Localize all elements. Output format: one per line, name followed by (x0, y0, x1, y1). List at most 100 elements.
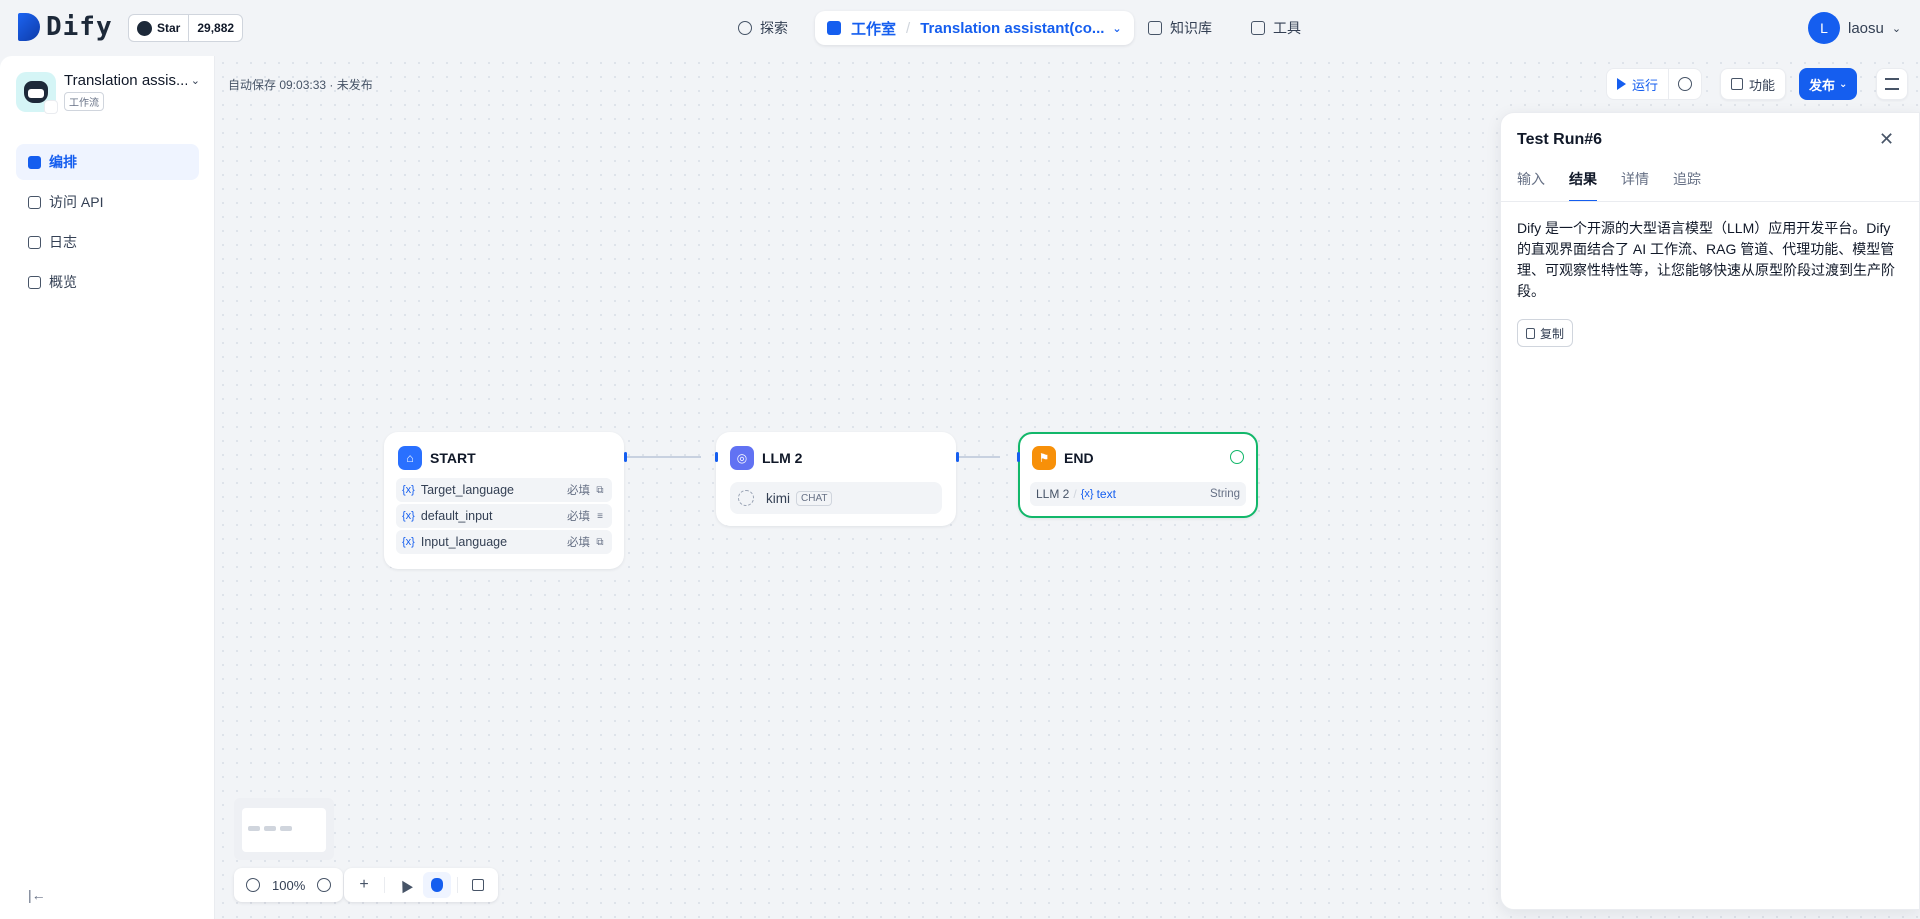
terminal-icon (28, 195, 41, 209)
nav-explore-label: 探索 (760, 20, 788, 36)
breadcrumb-separator: / (906, 19, 911, 37)
home-icon: ⌂ (398, 446, 422, 470)
run-history-button[interactable] (1669, 69, 1701, 99)
sidebar-item-label: 概览 (49, 274, 77, 290)
llm-input-handle[interactable] (715, 452, 718, 462)
sidebar-item-api[interactable]: 访问 API (16, 184, 199, 220)
nav-explore[interactable]: 探索 (738, 11, 788, 45)
hand-icon[interactable] (423, 872, 451, 898)
nav-studio[interactable]: 工作室 / Translation assistant(co... ⌄ (815, 11, 1134, 45)
app-name[interactable]: Translation assis... ⌄ (64, 72, 200, 89)
node-title: START (430, 450, 476, 466)
end-node[interactable]: ⚑ END LLM 2 / {x} text String (1017, 432, 1258, 518)
divider (457, 877, 458, 893)
run-label: 运行 (1632, 77, 1659, 93)
add-node-icon[interactable]: + (350, 872, 378, 898)
sidebar-item-logs[interactable]: 日志 (16, 224, 199, 260)
run-button[interactable]: 运行 (1607, 69, 1670, 99)
organize-glyph (472, 879, 484, 891)
sidebar-item-label: 日志 (49, 234, 77, 250)
tab-detail[interactable]: 详情 (1621, 169, 1649, 202)
var-required: 必填 (567, 485, 590, 497)
variable-icon: {x} (1080, 488, 1094, 500)
zoom-level[interactable]: 100% (266, 878, 311, 893)
checklist-button[interactable] (1876, 68, 1908, 100)
start-node[interactable]: ⌂ START {x} Target_language 必填 ⧉ {x} def… (384, 432, 627, 569)
chevron-down-icon[interactable]: ⌄ (1112, 22, 1121, 35)
user-menu[interactable]: L laosu ⌄ (1808, 12, 1901, 44)
start-var-row: {x} Input_language 必填 ⧉ (396, 530, 612, 554)
model-mode-tag: CHAT (796, 490, 833, 506)
result-text: Dify 是一个开源的大型语言模型（LLM）应用开发平台。Dify 的直观界面结… (1517, 220, 1895, 299)
sidebar-item-label: 访问 API (49, 194, 104, 210)
avatar: L (1808, 12, 1840, 44)
app-icon (16, 72, 58, 114)
app-avatar-icon (24, 81, 48, 103)
app-breadcrumb[interactable]: Translation assistant(co... (920, 20, 1104, 37)
minimap-node (248, 826, 260, 831)
zoom-controls: 100% (234, 868, 344, 902)
hand-glyph (431, 878, 443, 892)
zoom-out-icon[interactable] (246, 878, 260, 892)
close-icon[interactable]: ✕ (1879, 129, 1894, 150)
nav-studio-label[interactable]: 工作室 (851, 18, 896, 39)
tab-trace[interactable]: 追踪 (1673, 169, 1701, 202)
variable-icon: {x} (402, 510, 415, 522)
features-button[interactable]: 功能 (1720, 68, 1787, 100)
chart-icon (28, 275, 41, 289)
dify-logo[interactable]: Dify (18, 12, 113, 42)
node-header: ◎ LLM 2 (718, 434, 954, 476)
github-star-button[interactable]: Star 29,882 (128, 14, 244, 42)
node-header: ⌂ START (386, 434, 622, 476)
copy-label: 复制 (1540, 326, 1565, 341)
nav-knowledge[interactable]: 知识库 (1148, 11, 1212, 45)
start-var-row: {x} default_input 必填 ≡ (396, 504, 612, 528)
var-name: Target_language (420, 483, 514, 497)
var-required: 必填 (567, 511, 590, 523)
nav-tools-label: 工具 (1273, 20, 1301, 36)
output-var: text (1096, 487, 1116, 501)
var-name: Input_language (420, 535, 508, 549)
tab-result[interactable]: 结果 (1569, 169, 1597, 202)
grid-icon (1731, 78, 1743, 90)
output-type: String (1209, 488, 1240, 500)
node-header: ⚑ END (1020, 434, 1256, 476)
app-meta: Translation assis... ⌄ 工作流 (64, 72, 200, 111)
tab-input[interactable]: 输入 (1517, 169, 1545, 202)
output-source: LLM 2 (1036, 487, 1070, 501)
collapse-sidebar-icon[interactable]: |← (28, 887, 46, 903)
checklist-icon (1885, 78, 1899, 90)
model-selector: kimi CHAT (730, 482, 942, 514)
play-icon (1617, 78, 1626, 90)
llm-output-handle[interactable] (956, 452, 959, 462)
chevron-down-icon: ⌄ (190, 75, 200, 87)
pointer-icon[interactable] (391, 872, 419, 898)
llm-node[interactable]: ◎ LLM 2 kimi CHAT (715, 432, 959, 526)
user-name: laosu (1848, 19, 1884, 37)
chevron-down-icon: ⌄ (1891, 22, 1902, 35)
sidebar-item-overview[interactable]: 概览 (16, 264, 199, 300)
app-header[interactable]: Translation assis... ⌄ 工作流 (16, 72, 200, 114)
nav-tools[interactable]: 工具 (1251, 11, 1301, 45)
robot-icon (827, 21, 841, 35)
workflow-badge-icon (44, 100, 58, 114)
minimap[interactable] (234, 798, 334, 860)
app-sidebar: Translation assis... ⌄ 工作流 编排 访问 API 日志 … (0, 56, 215, 919)
pointer-glyph (397, 877, 413, 893)
canvas-tools: + (344, 868, 498, 902)
copy-button[interactable]: 复制 (1517, 319, 1574, 347)
end-input-handle[interactable] (1017, 452, 1020, 462)
sidebar-item-orchestrate[interactable]: 编排 (16, 144, 199, 180)
node-title: END (1064, 450, 1094, 466)
clipboard-icon (1526, 327, 1535, 339)
success-check-icon (1230, 450, 1244, 464)
select-icon: ⧉ (596, 536, 604, 548)
sidebar-item-label: 编排 (49, 154, 77, 170)
start-output-handle[interactable] (624, 452, 627, 462)
publish-button[interactable]: 发布 ⌄ (1799, 68, 1858, 100)
variable-icon: {x} (402, 484, 415, 496)
model-icon (738, 490, 754, 506)
var-name: default_input (420, 509, 493, 523)
organize-icon[interactable] (464, 872, 492, 898)
zoom-in-icon[interactable] (317, 878, 332, 892)
